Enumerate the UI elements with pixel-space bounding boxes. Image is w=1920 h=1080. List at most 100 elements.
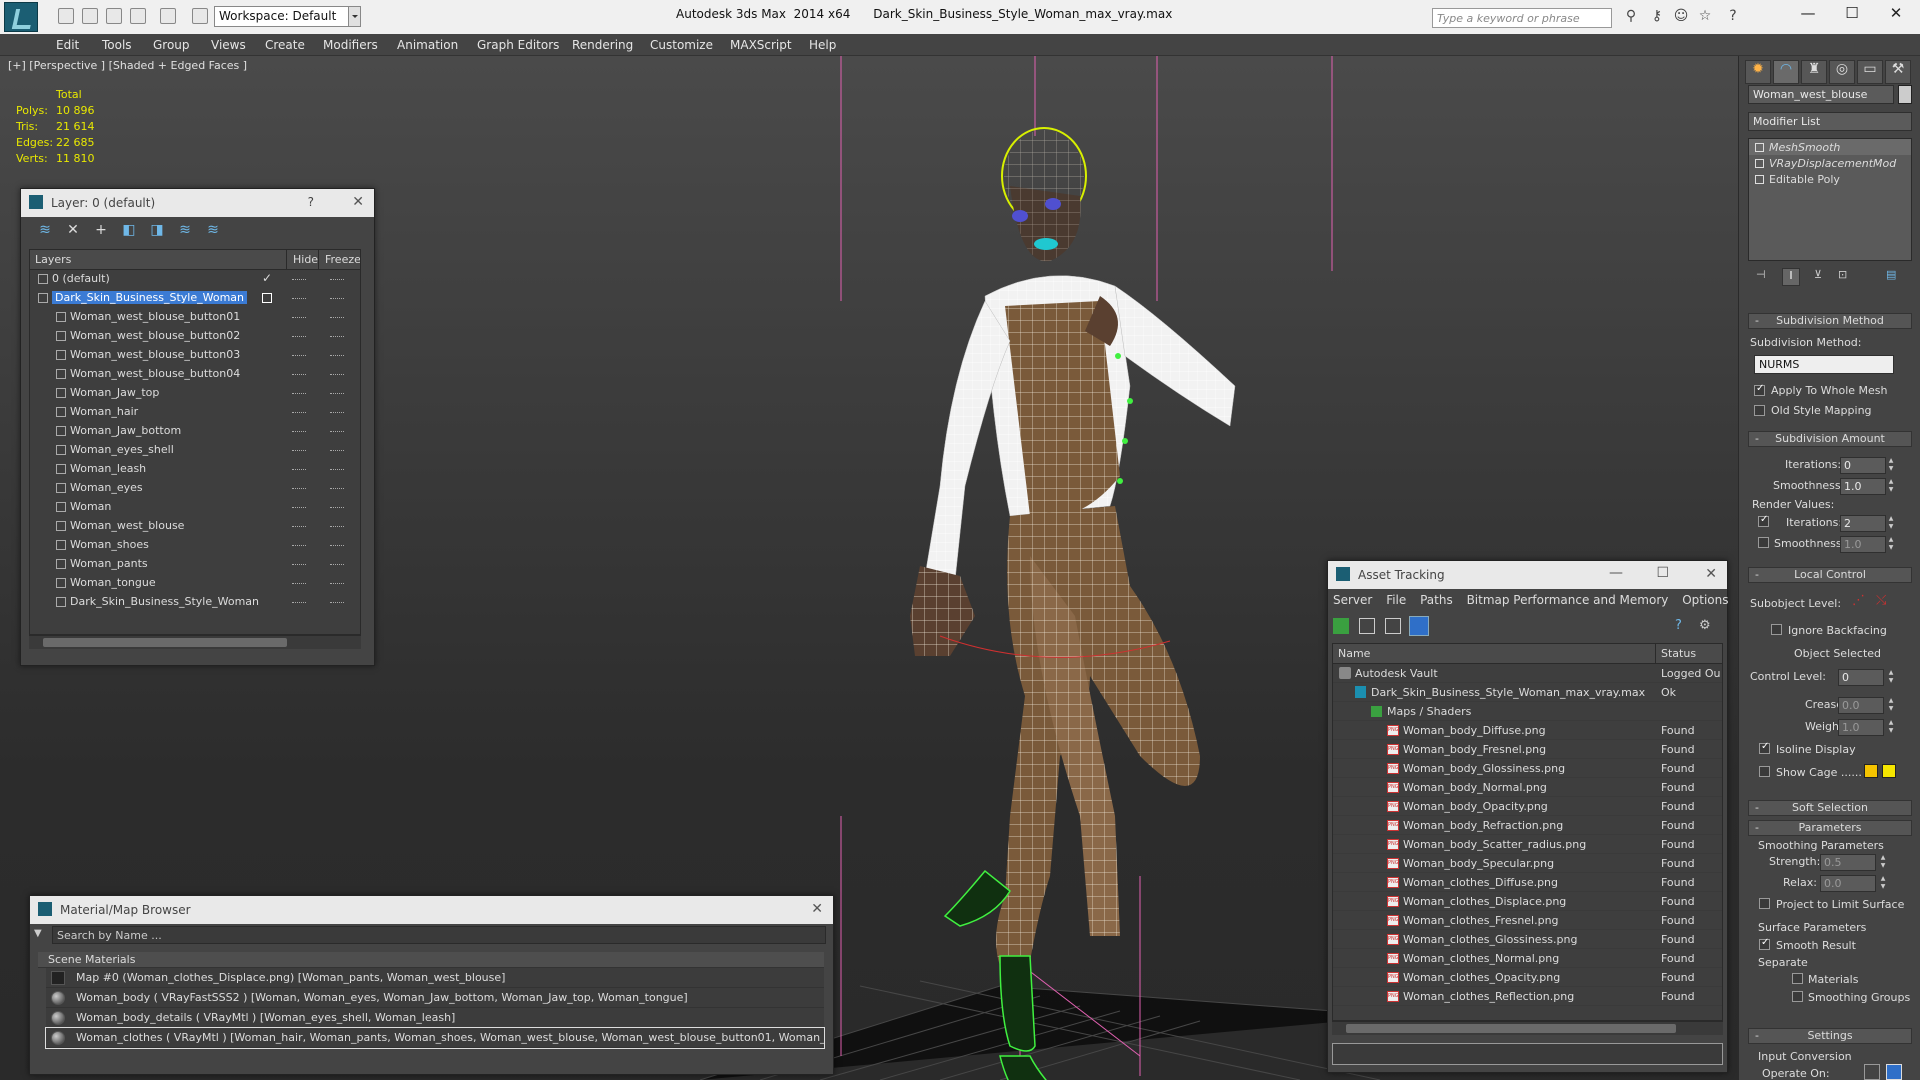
freeze-toggle[interactable] (330, 469, 344, 470)
asset-row[interactable]: PNG Woman_body_Fresnel.png Found (1333, 740, 1722, 759)
freeze-toggle[interactable] (330, 450, 344, 451)
vertex-icon[interactable]: ⋰ (1852, 593, 1865, 608)
select-in-layer-icon[interactable]: ◧ (118, 222, 140, 242)
layer-row[interactable]: Woman_shoes (30, 536, 360, 555)
material-row[interactable]: Woman_clothes ( VRayMtl ) [Woman_hair, W… (45, 1027, 825, 1049)
asset-row[interactable]: PNG Woman_clothes_Glossiness.png Found (1333, 930, 1722, 949)
hide-toggle[interactable] (292, 564, 306, 565)
hide-toggle[interactable] (292, 583, 306, 584)
layer-name[interactable]: Woman_eyes_shell (70, 443, 174, 456)
layer-row[interactable]: Woman_west_blouse_button04 (30, 365, 360, 384)
close-icon[interactable]: ✕ (811, 901, 823, 917)
layer-row[interactable]: Woman_west_blouse_button01 (30, 308, 360, 327)
minimize-icon[interactable]: — (1788, 4, 1828, 28)
col-layers[interactable]: Layers (35, 253, 71, 266)
asset-menu-options[interactable]: Options (1682, 593, 1728, 607)
layer-name[interactable]: Woman_west_blouse_button03 (70, 348, 240, 361)
freeze-toggle[interactable] (330, 317, 344, 318)
layer-row[interactable]: Woman_pants (30, 555, 360, 574)
new-file-icon[interactable] (58, 8, 74, 24)
layer-row[interactable]: Woman_tongue (30, 574, 360, 593)
asset-row[interactable]: PNG Woman_clothes_Normal.png Found (1333, 949, 1722, 968)
freeze-toggle[interactable] (330, 564, 344, 565)
hide-all-icon[interactable]: ≋ (174, 222, 196, 242)
layer-name[interactable]: Dark_Skin_Business_Style_Woman (52, 291, 248, 304)
spinner-arrows-icon[interactable]: ▲ ▼ (1886, 478, 1896, 495)
table-view-icon[interactable] (1409, 616, 1429, 636)
menu-customize[interactable]: Customize (650, 38, 713, 52)
layer-row[interactable]: Woman_west_blouse_button02 (30, 327, 360, 346)
show-end-result-icon[interactable]: I (1782, 268, 1800, 286)
menu-tools[interactable]: Tools (102, 38, 132, 52)
create-layer-icon[interactable]: ≋ (34, 222, 56, 242)
motion-tab-icon[interactable]: ◎ (1829, 60, 1855, 84)
menu-maxscript[interactable]: MAXScript (730, 38, 792, 52)
spinner-arrows-icon[interactable]: ▲ ▼ (1886, 669, 1896, 686)
smooth-result-checkbox[interactable] (1759, 937, 1770, 950)
hide-toggle[interactable] (292, 488, 306, 489)
spinner-arrows-icon[interactable]: ▲ ▼ (1886, 515, 1896, 532)
minimize-icon[interactable]: — (1609, 565, 1623, 581)
render-smoothness-checkbox[interactable] (1758, 537, 1769, 548)
menu-group[interactable]: Group (153, 38, 190, 52)
layer-row[interactable]: Woman (30, 498, 360, 517)
close-icon[interactable]: ✕ (1876, 4, 1916, 28)
cage-color-swatch[interactable] (1864, 764, 1878, 778)
layer-row[interactable]: Woman_leash (30, 460, 360, 479)
layer-row[interactable]: 0 (default) ✓ (30, 270, 360, 289)
key-icon[interactable]: ⚷ (1648, 8, 1666, 26)
maximize-icon[interactable]: ☐ (1656, 565, 1669, 581)
help-icon[interactable]: ? (1675, 618, 1691, 634)
menu-create[interactable]: Create (265, 38, 305, 52)
options-menu-icon[interactable]: ▼ (34, 928, 48, 942)
hide-toggle[interactable] (292, 526, 306, 527)
menu-rendering[interactable]: Rendering (572, 38, 633, 52)
rollout-parameters[interactable]: Parameters (1748, 820, 1912, 836)
freeze-all-icon[interactable]: ≋ (202, 222, 224, 242)
spinner-arrows-icon[interactable]: ▲ ▼ (1886, 536, 1896, 553)
separate-materials-checkbox[interactable] (1792, 973, 1803, 984)
open-file-icon[interactable] (82, 8, 98, 24)
operate-on-polygons-icon[interactable] (1886, 1064, 1902, 1080)
freeze-toggle[interactable] (330, 431, 344, 432)
layer-name[interactable]: Woman_shoes (70, 538, 149, 551)
app-logo-icon[interactable] (4, 2, 38, 32)
freeze-toggle[interactable] (330, 526, 344, 527)
freeze-toggle[interactable] (330, 298, 344, 299)
freeze-toggle[interactable] (330, 279, 344, 280)
freeze-toggle[interactable] (330, 488, 344, 489)
layer-name[interactable]: Woman_pants (70, 557, 148, 570)
make-unique-icon[interactable]: ⊻ (1814, 268, 1822, 281)
stack-item-vraydisplacement[interactable]: VRayDisplacementMod (1749, 155, 1911, 171)
iterations-spinner[interactable]: 0 (1840, 457, 1886, 474)
scrollbar-thumb[interactable] (1346, 1024, 1676, 1033)
weight-spinner[interactable]: 1.0 (1838, 719, 1884, 736)
hide-toggle[interactable] (292, 355, 306, 356)
stack-item-editable-poly[interactable]: Editable Poly (1749, 171, 1911, 187)
hide-toggle[interactable] (292, 545, 306, 546)
hide-toggle[interactable] (292, 431, 306, 432)
operate-on-faces-icon[interactable] (1864, 1064, 1880, 1080)
refresh-icon[interactable] (1333, 618, 1349, 634)
isoline-display-checkbox[interactable] (1759, 741, 1770, 754)
close-icon[interactable]: ✕ (352, 194, 364, 210)
layer-row[interactable]: Dark_Skin_Business_Style_Woman (30, 289, 360, 308)
freeze-toggle[interactable] (330, 336, 344, 337)
set-current-icon[interactable] (262, 293, 272, 303)
current-layer-check-icon[interactable]: ✓ (262, 271, 272, 285)
list-view-icon[interactable] (1359, 618, 1375, 634)
asset-row[interactable]: PNG Woman_clothes_Reflection.png Found (1333, 987, 1722, 1006)
remove-modifier-icon[interactable]: ⊡ (1838, 268, 1847, 281)
render-iterations-checkbox[interactable] (1758, 514, 1769, 527)
asset-menu-paths[interactable]: Paths (1420, 593, 1453, 607)
crease-spinner[interactable]: 0.0 (1838, 697, 1884, 714)
material-search-input[interactable]: Search by Name ... (52, 926, 826, 944)
layer-name[interactable]: Woman_west_blouse (70, 519, 184, 532)
asset-row[interactable]: PNG Woman_clothes_Opacity.png Found (1333, 968, 1722, 987)
workspace-dropdown[interactable]: Workspace: Default (214, 6, 360, 27)
scene-materials-header[interactable]: Scene Materials (38, 952, 824, 968)
project-limit-checkbox[interactable] (1759, 898, 1770, 909)
user-icon[interactable]: ☺ (1672, 8, 1690, 26)
freeze-toggle[interactable] (330, 412, 344, 413)
maximize-icon[interactable]: ☐ (1832, 4, 1872, 28)
